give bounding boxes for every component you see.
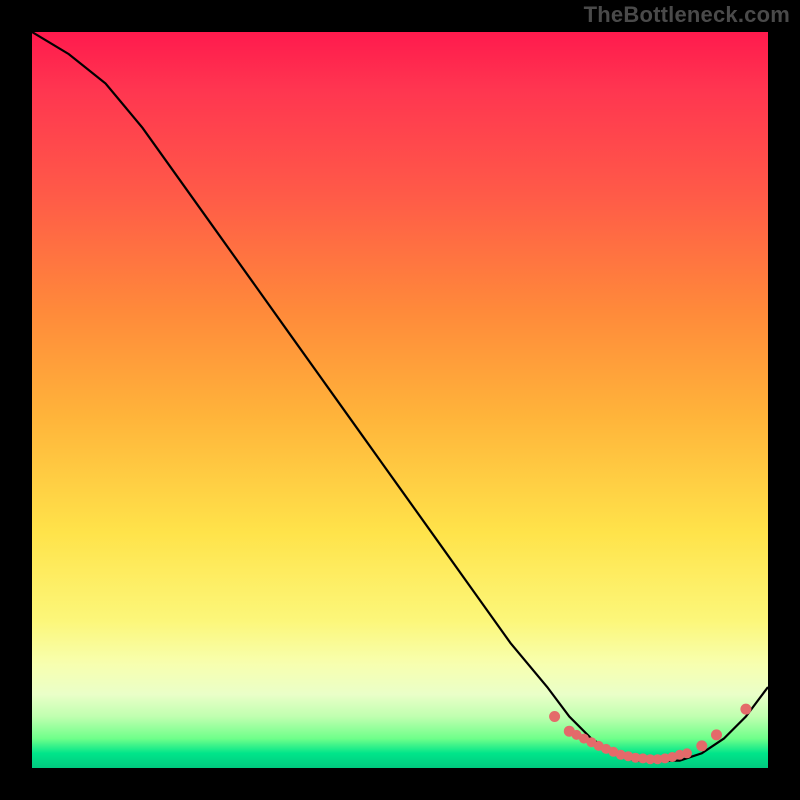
- chart-svg: [32, 32, 768, 768]
- chart-frame: TheBottleneck.com: [0, 0, 800, 800]
- watermark-text: TheBottleneck.com: [584, 2, 790, 28]
- marker-group: [549, 704, 751, 765]
- marker-dot: [682, 748, 692, 758]
- marker-dot: [696, 740, 707, 751]
- marker-dot: [740, 704, 751, 715]
- marker-dot: [549, 711, 560, 722]
- curve-line: [32, 32, 768, 761]
- marker-dot: [711, 729, 722, 740]
- plot-area: [32, 32, 768, 768]
